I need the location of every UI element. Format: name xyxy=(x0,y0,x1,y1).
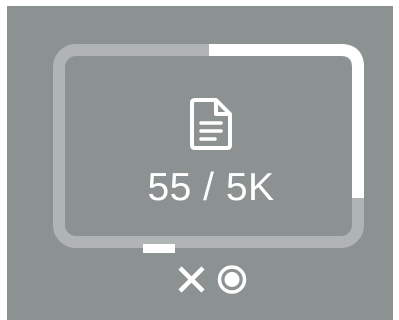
progress-count-label: 55 / 5K xyxy=(147,166,275,209)
close-icon[interactable] xyxy=(176,263,208,295)
frame-notch xyxy=(143,244,175,253)
record-icon[interactable] xyxy=(216,263,248,295)
file-icon xyxy=(190,98,232,150)
upload-progress-widget: 55 / 5K xyxy=(0,0,399,320)
